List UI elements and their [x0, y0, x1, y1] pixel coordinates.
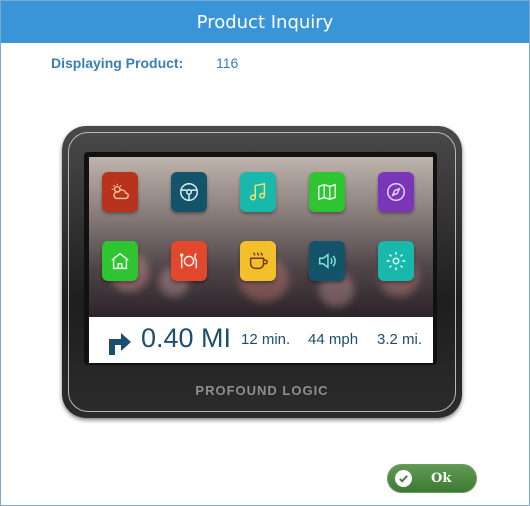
weather-icon [111, 183, 129, 200]
ok-button-label: Ok [431, 471, 452, 486]
nav-distance: 0.40 MI [141, 323, 232, 353]
steering-app-icon[interactable] [171, 172, 207, 212]
ok-button[interactable]: Ok [387, 464, 477, 493]
checkmark-icon [395, 470, 412, 487]
nav-time: 12 min. [241, 331, 291, 348]
navigation-bar: 0.40 MI 12 min. 44 mph 3.2 mi. [89, 317, 433, 363]
dining-app-icon[interactable] [171, 241, 207, 281]
dialog-title: Product Inquiry [196, 11, 334, 33]
map-icon [318, 183, 336, 201]
steering-wheel-icon [180, 183, 198, 201]
device-screen [89, 157, 433, 317]
product-label: Displaying Product: [51, 55, 184, 71]
turn-right-arrow-icon [109, 333, 131, 355]
volume-icon [318, 253, 336, 269]
weather-app-icon[interactable] [102, 172, 138, 212]
compass-app-icon[interactable] [378, 172, 414, 212]
volume-app-icon[interactable] [309, 241, 345, 281]
home-icon [111, 252, 129, 270]
compass-icon [387, 183, 405, 201]
dining-icon [180, 253, 198, 269]
nav-speed: 44 mph [308, 331, 359, 348]
dialog-titlebar: Product Inquiry [1, 1, 529, 43]
coffee-app-icon[interactable] [240, 241, 276, 281]
device-brand-label: PROFOUND LOGIC [195, 383, 329, 398]
map-app-icon[interactable] [309, 172, 345, 212]
settings-icon [386, 251, 406, 271]
product-value: 116 [216, 55, 239, 71]
coffee-icon [249, 252, 268, 270]
music-icon [249, 182, 266, 201]
nav-miles: 3.2 mi. [377, 331, 423, 348]
settings-app-icon[interactable] [378, 241, 414, 281]
home-app-icon[interactable] [102, 241, 138, 281]
music-app-icon[interactable] [240, 172, 276, 212]
